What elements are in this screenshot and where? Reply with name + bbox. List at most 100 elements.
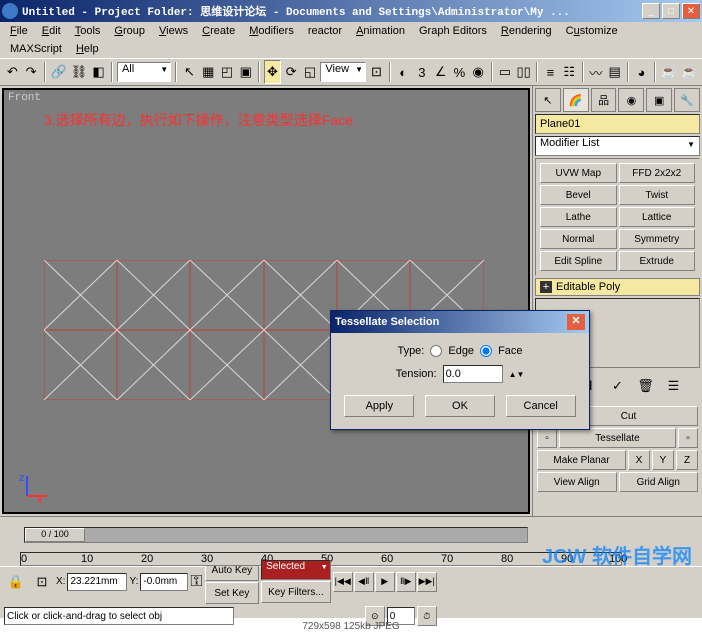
tab-modify[interactable]: 🌈 — [563, 88, 589, 112]
minimize-button[interactable]: _ — [642, 3, 660, 19]
apply-button[interactable]: Apply — [344, 395, 414, 417]
ok-button[interactable]: OK — [425, 395, 495, 417]
move-button[interactable]: ✥ — [264, 60, 281, 84]
btn-lattice[interactable]: Lattice — [619, 207, 696, 227]
menu-modifiers[interactable]: Modifiers — [243, 24, 300, 38]
menu-file[interactable]: File — [4, 24, 34, 38]
key-filters-button[interactable]: Key Filters... — [261, 581, 331, 603]
angle-snap-button[interactable]: ∠ — [432, 60, 449, 84]
btn-twist[interactable]: Twist — [619, 185, 696, 205]
window-title: Untitled - Project Folder: 思维设计论坛 - Docu… — [22, 3, 642, 19]
ref-coord-dropdown[interactable]: View — [320, 62, 366, 82]
btn-viewalign[interactable]: View Align — [537, 472, 617, 492]
maximize-button[interactable]: □ — [662, 3, 680, 19]
menu-group[interactable]: Group — [108, 24, 151, 38]
menu-views[interactable]: Views — [153, 24, 194, 38]
quick-render-button[interactable]: ☕ — [680, 60, 698, 84]
menubar-2: MAXScript Help — [0, 40, 702, 58]
abs-transform-icon[interactable]: ⊡ — [30, 570, 54, 594]
menu-reactor[interactable]: reactor — [302, 24, 348, 38]
btn-editspline[interactable]: Edit Spline — [540, 251, 617, 271]
layers-button[interactable]: ☷ — [561, 60, 578, 84]
remove-icon[interactable]: 🗑 — [634, 374, 658, 398]
viewport-front[interactable]: Front 3.选择所有边，执行如下操作，注意类型选择Face. — [2, 88, 530, 514]
face-radio[interactable] — [480, 345, 492, 357]
tess-more[interactable]: ▫ — [678, 428, 698, 448]
btn-uvwmap[interactable]: UVW Map — [540, 163, 617, 183]
tab-create[interactable]: ↖ — [535, 88, 561, 112]
menu-help[interactable]: Help — [70, 42, 105, 56]
btn-bevel[interactable]: Bevel — [540, 185, 617, 205]
menu-create[interactable]: Create — [196, 24, 241, 38]
configure-icon[interactable]: ☰ — [662, 374, 686, 398]
menu-animation[interactable]: Animation — [350, 24, 411, 38]
close-button[interactable]: ✕ — [682, 3, 700, 19]
undo-button[interactable]: ↶ — [4, 60, 21, 84]
pivot-button[interactable]: ⊡ — [368, 60, 385, 84]
scale-button[interactable]: ◱ — [302, 60, 319, 84]
link-button[interactable]: 🔗 — [50, 60, 68, 84]
spinner-buttons[interactable]: ▲▼ — [509, 370, 525, 379]
time-slider[interactable]: 0 / 100 — [24, 527, 528, 543]
lock-icon[interactable]: 🔒 — [4, 570, 28, 594]
menu-maxscript[interactable]: MAXScript — [4, 42, 68, 56]
redo-button[interactable]: ↷ — [23, 60, 40, 84]
select-region-button[interactable]: ◰ — [219, 60, 236, 84]
btn-normal[interactable]: Normal — [540, 229, 617, 249]
tab-utilities[interactable]: 🔧 — [674, 88, 700, 112]
x-coord-input[interactable] — [67, 573, 127, 591]
modifier-list-dropdown[interactable]: Modifier List — [535, 136, 700, 156]
window-crossing-button[interactable]: ▣ — [237, 60, 254, 84]
key-mode-dropdown[interactable]: Selected — [261, 560, 331, 580]
btn-lathe[interactable]: Lathe — [540, 207, 617, 227]
watermark: JCW 软件自学网 — [542, 540, 692, 569]
tension-input[interactable] — [443, 365, 503, 383]
bind-button[interactable]: ◧ — [90, 60, 107, 84]
btn-symmetry[interactable]: Symmetry — [619, 229, 696, 249]
rotate-button[interactable]: ⟳ — [283, 60, 300, 84]
spinner-snap-button[interactable]: ◉ — [470, 60, 487, 84]
btn-tessellate[interactable]: Tessellate — [559, 428, 676, 448]
btn-makeplanar[interactable]: Make Planar — [537, 450, 626, 470]
menu-customize[interactable]: Customize — [560, 24, 624, 38]
time-handle[interactable]: 0 / 100 — [25, 528, 85, 542]
tess-settings[interactable]: ▫ — [537, 428, 557, 448]
align-button[interactable]: ≡ — [542, 60, 559, 84]
render-scene-button[interactable]: ☕ — [660, 60, 678, 84]
named-sel-button[interactable]: ▭ — [497, 60, 514, 84]
select-button[interactable]: ↖ — [181, 60, 198, 84]
material-button[interactable]: ◕ — [633, 60, 650, 84]
btn-x[interactable]: X — [628, 450, 650, 470]
btn-ffd[interactable]: FFD 2x2x2 — [619, 163, 696, 183]
dialog-close-button[interactable]: ✕ — [567, 314, 585, 330]
tab-motion[interactable]: ◉ — [618, 88, 644, 112]
curve-editor-button[interactable]: 〰 — [588, 60, 605, 84]
menu-edit[interactable]: Edit — [36, 24, 67, 38]
set-key-button[interactable]: Set Key — [205, 582, 260, 604]
btn-gridalign[interactable]: Grid Align — [619, 472, 699, 492]
mirror-button[interactable]: ▯▯ — [515, 60, 532, 84]
tab-hierarchy[interactable]: 品 — [591, 88, 617, 112]
menu-tools[interactable]: Tools — [69, 24, 107, 38]
edge-radio[interactable] — [430, 345, 442, 357]
btn-y[interactable]: Y — [652, 450, 674, 470]
object-name-input[interactable] — [535, 114, 700, 134]
selection-filter-dropdown[interactable]: All — [117, 62, 171, 82]
unlink-button[interactable]: ⛓ — [70, 60, 89, 84]
schematic-button[interactable]: ▤ — [606, 60, 623, 84]
menu-rendering[interactable]: Rendering — [495, 24, 558, 38]
y-coord-input[interactable] — [140, 573, 188, 591]
btn-extrude[interactable]: Extrude — [619, 251, 696, 271]
percent-snap-button[interactable]: % — [451, 60, 468, 84]
manipulate-button[interactable]: ◐ — [395, 60, 412, 84]
expand-icon[interactable]: + — [540, 281, 552, 293]
modifier-stack-item[interactable]: + Editable Poly — [535, 278, 700, 296]
unique-icon[interactable]: ✓ — [606, 374, 630, 398]
snap-button[interactable]: 3 — [414, 60, 431, 84]
btn-z[interactable]: Z — [676, 450, 698, 470]
menu-graph-editors[interactable]: Graph Editors — [413, 24, 493, 38]
tab-display[interactable]: ▣ — [646, 88, 672, 112]
time-config-button[interactable]: ⏱ — [417, 606, 437, 626]
select-name-button[interactable]: ▦ — [200, 60, 217, 84]
cancel-button[interactable]: Cancel — [506, 395, 576, 417]
